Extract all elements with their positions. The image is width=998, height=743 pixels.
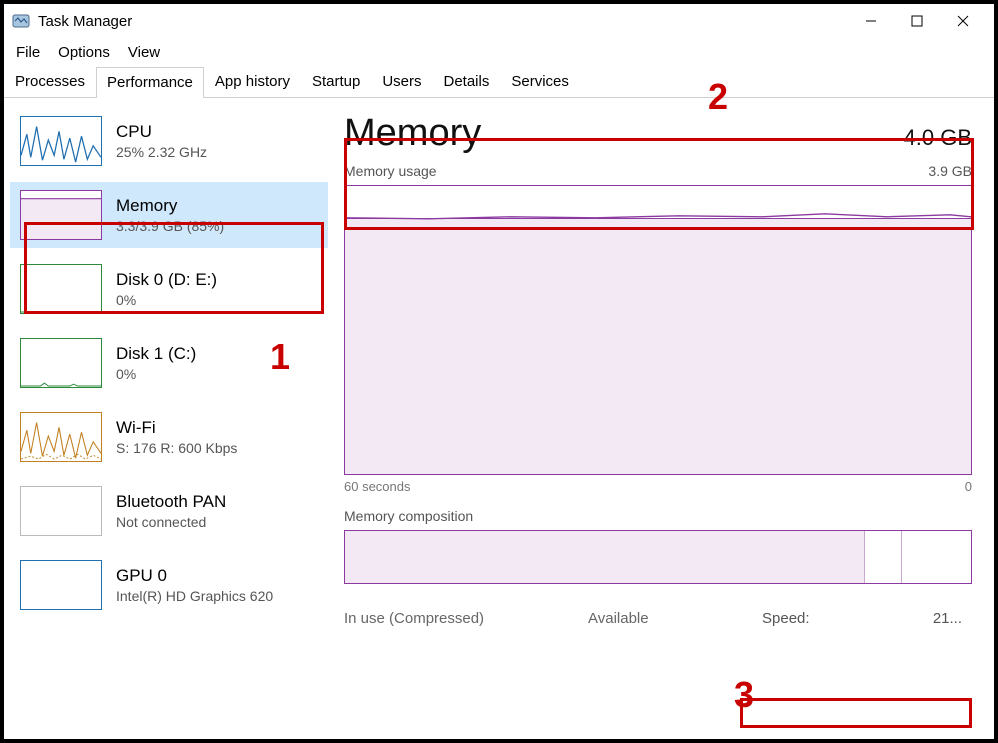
- sidebar-item-sub: Not connected: [116, 514, 226, 530]
- maximize-button[interactable]: [894, 6, 940, 36]
- menu-file[interactable]: File: [8, 40, 48, 65]
- task-manager-window: 1 2 3 Task Manager File Options View Pro…: [0, 0, 998, 743]
- stats-row: In use (Compressed) Available Speed: 21.…: [344, 610, 972, 627]
- comp-seg-modified: [865, 531, 903, 583]
- sidebar-item-disk1[interactable]: Disk 1 (C:) 0%: [10, 330, 328, 396]
- sidebar-item-sub: Intel(R) HD Graphics 620: [116, 588, 273, 604]
- stat-speed-label: Speed:: [762, 610, 810, 627]
- sidebar-item-label: Disk 0 (D: E:): [116, 270, 217, 290]
- sidebar-item-label: CPU: [116, 122, 207, 142]
- sidebar-item-memory[interactable]: Memory 3.3/3.9 GB (85%): [10, 182, 328, 248]
- comp-seg-free: [902, 531, 971, 583]
- menu-view[interactable]: View: [120, 40, 168, 65]
- perf-main-panel: Memory 4.0 GB Memory usage 3.9 GB 60 sec…: [334, 98, 994, 739]
- sidebar-item-sub: S: 176 R: 600 Kbps: [116, 440, 237, 456]
- taskmgr-icon: [12, 12, 30, 30]
- tab-performance[interactable]: Performance: [96, 67, 204, 98]
- sidebar-item-label: Memory: [116, 196, 224, 216]
- axis-right-label: 0: [965, 479, 972, 494]
- sidebar-item-wifi[interactable]: Wi-Fi S: 176 R: 600 Kbps: [10, 404, 328, 470]
- sidebar-item-disk0[interactable]: Disk 0 (D: E:) 0%: [10, 256, 328, 322]
- cpu-thumb-icon: [20, 116, 102, 166]
- memory-usage-chart: [344, 185, 972, 475]
- tab-users[interactable]: Users: [371, 66, 432, 97]
- sidebar-item-cpu[interactable]: CPU 25% 2.32 GHz: [10, 108, 328, 174]
- tab-services[interactable]: Services: [500, 66, 580, 97]
- stat-speed-value: 21...: [933, 610, 962, 627]
- menu-options[interactable]: Options: [50, 40, 118, 65]
- chart-max: 3.9 GB: [928, 163, 972, 179]
- bluetooth-thumb-icon: [20, 486, 102, 536]
- page-title: Memory: [344, 112, 481, 155]
- disk-thumb-icon: [20, 338, 102, 388]
- axis-left-label: 60 seconds: [344, 479, 411, 494]
- titlebar: Task Manager: [4, 4, 994, 38]
- tab-strip: Processes Performance App history Startu…: [4, 66, 994, 98]
- sidebar-item-label: GPU 0: [116, 566, 273, 586]
- total-memory: 4.0 GB: [904, 125, 972, 151]
- close-button[interactable]: [940, 6, 986, 36]
- perf-sidebar: CPU 25% 2.32 GHz Memory 3.3/3.9 GB (85%): [4, 98, 334, 739]
- sidebar-item-bluetooth[interactable]: Bluetooth PAN Not connected: [10, 478, 328, 544]
- stat-available-label: Available: [588, 610, 738, 627]
- sidebar-item-label: Disk 1 (C:): [116, 344, 196, 364]
- sidebar-item-sub: 25% 2.32 GHz: [116, 144, 207, 160]
- content-area: CPU 25% 2.32 GHz Memory 3.3/3.9 GB (85%): [4, 98, 994, 739]
- stat-inuse-label: In use (Compressed): [344, 610, 564, 627]
- window-title: Task Manager: [38, 13, 132, 30]
- menubar: File Options View: [4, 38, 994, 66]
- sidebar-item-sub: 0%: [116, 292, 217, 308]
- sidebar-item-sub: 0%: [116, 366, 196, 382]
- wifi-thumb-icon: [20, 412, 102, 462]
- gpu-thumb-icon: [20, 560, 102, 610]
- sidebar-item-sub: 3.3/3.9 GB (85%): [116, 218, 224, 234]
- minimize-button[interactable]: [848, 6, 894, 36]
- sidebar-item-label: Bluetooth PAN: [116, 492, 226, 512]
- stat-speed-row: Speed: 21...: [762, 610, 962, 627]
- tab-app-history[interactable]: App history: [204, 66, 301, 97]
- disk-thumb-icon: [20, 264, 102, 314]
- tab-processes[interactable]: Processes: [4, 66, 96, 97]
- tab-details[interactable]: Details: [433, 66, 501, 97]
- composition-label: Memory composition: [344, 508, 972, 524]
- sidebar-item-gpu0[interactable]: GPU 0 Intel(R) HD Graphics 620: [10, 552, 328, 618]
- chart-subtitle: Memory usage: [344, 163, 437, 179]
- memory-composition-bar: [344, 530, 972, 584]
- tab-startup[interactable]: Startup: [301, 66, 371, 97]
- sidebar-item-label: Wi-Fi: [116, 418, 237, 438]
- memory-thumb-icon: [20, 190, 102, 240]
- comp-seg-inuse: [345, 531, 865, 583]
